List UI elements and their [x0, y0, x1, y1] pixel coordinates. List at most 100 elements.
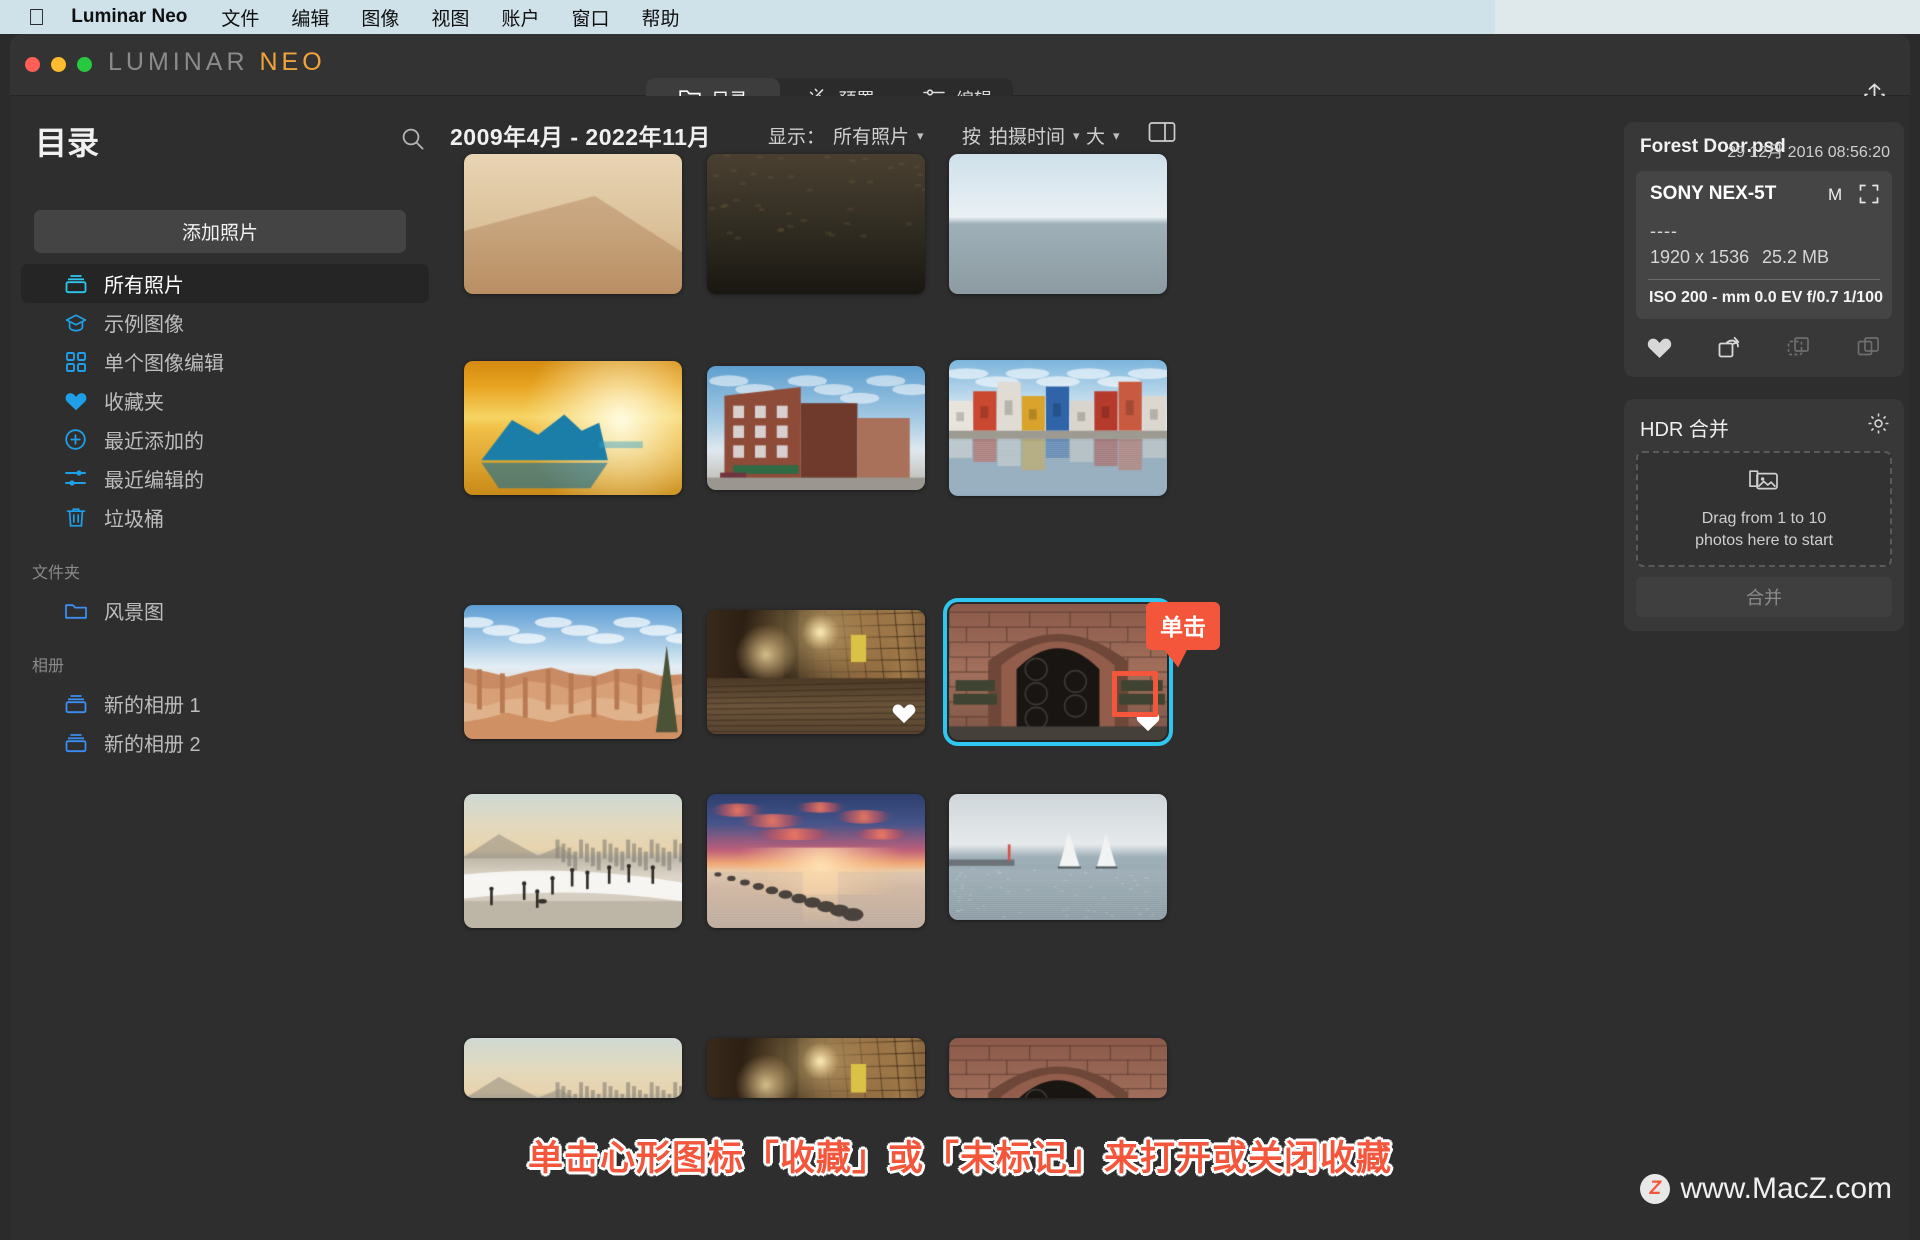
albums-section-header: 相册	[10, 652, 440, 676]
hdr-drop-zone[interactable]: Drag from 1 to 10 photos here to start	[1636, 451, 1892, 567]
photo-image	[464, 794, 682, 928]
menu-item-account[interactable]: 账户	[501, 4, 539, 31]
photo-cell[interactable]	[935, 306, 1180, 550]
photo-grid	[440, 170, 1618, 1240]
photo-cell[interactable]	[450, 550, 695, 794]
photo-thumbnail-colorful-canal-houses[interactable]	[949, 360, 1167, 496]
copy-dashed-icon	[1786, 335, 1812, 366]
watermark: Z www.MacZ.com	[1640, 1172, 1892, 1206]
photo-cell[interactable]	[935, 96, 1180, 294]
menu-item-window[interactable]: 窗口	[571, 4, 609, 31]
photo-grid-row-partial	[440, 1038, 1618, 1098]
photo-thumbnail-iceberg-sunset[interactable]	[464, 361, 682, 495]
sidebar-item-sample-images[interactable]: 示例图像	[21, 303, 429, 342]
menu-item-file[interactable]: 文件	[221, 4, 259, 31]
photo-cell[interactable]	[450, 306, 695, 550]
photo-thumbnail-sailboats-sea[interactable]	[949, 794, 1167, 920]
callout-annotation: 单击	[1146, 602, 1220, 650]
sidebar-item-recently-added[interactable]: 最近添加的	[21, 420, 429, 459]
photo-action-row	[1624, 327, 1904, 373]
menu-item-view[interactable]: 视图	[431, 4, 469, 31]
sidebar-item-trash[interactable]: 垃圾桶	[21, 498, 429, 537]
photo-thumbnail-brick-town-street[interactable]	[707, 366, 925, 490]
hdr-merge-card: HDR 合并 Drag from 1 to 10 photos here to …	[1624, 399, 1904, 631]
photo-thumbnail-snow-horizon[interactable]	[949, 154, 1167, 294]
photo-cell[interactable]	[693, 1038, 938, 1098]
menubar-app-name[interactable]: Luminar Neo	[71, 6, 187, 28]
sidebar-item-all-photos[interactable]: 所有照片	[21, 264, 429, 303]
hdr-merge-button[interactable]: 合并	[1636, 577, 1892, 617]
photo-thumbnail-dark-ridge[interactable]	[707, 154, 925, 294]
photo-image	[707, 794, 925, 928]
add-photos-label: 添加照片	[182, 218, 258, 245]
sidebar-item-single-image-edit-label: 单个图像编辑	[104, 347, 224, 376]
gear-icon	[1866, 423, 1891, 440]
menu-item-image[interactable]: 图像	[361, 4, 399, 31]
rotate-button[interactable]	[1694, 335, 1764, 366]
sidebar-album-2[interactable]: 新的相册 2	[21, 723, 429, 762]
photo-image	[464, 605, 682, 739]
photo-favorite-toggle[interactable]	[889, 698, 919, 728]
photo-grid-row	[440, 794, 1618, 1038]
page-title: 目录	[35, 118, 99, 164]
window-maximize-button[interactable]	[77, 57, 92, 72]
right-panel: Forest Door.psd 29 12月 2016 08:56:20 SON…	[1618, 96, 1910, 1240]
heart-icon	[891, 701, 917, 725]
photo-cell[interactable]	[450, 1038, 695, 1098]
photo-dimensions: 1920 x 1536	[1650, 247, 1749, 268]
photo-browser: 2009年4月 - 2022年11月 显示： 所有照片 ▾ 按 拍摄时间 ▾ 大…	[440, 96, 1618, 1240]
add-photos-button[interactable]: 添加照片	[34, 210, 406, 253]
photo-cell[interactable]	[935, 1038, 1180, 1098]
photo-image	[464, 154, 682, 294]
photo-thumbnail-partial[interactable]	[949, 1038, 1167, 1098]
photo-grid-row	[440, 96, 1618, 294]
photo-cell[interactable]	[693, 550, 938, 794]
hdr-drop-text: Drag from 1 to 10 photos here to start	[1695, 508, 1833, 551]
sidebar-search-button[interactable]	[396, 124, 430, 158]
menu-item-help[interactable]: 帮助	[641, 4, 679, 31]
photo-cell[interactable]	[450, 794, 695, 1038]
sidebar-item-recently-edited[interactable]: 最近编辑的	[21, 459, 429, 498]
photo-image	[949, 1038, 1167, 1098]
photo-file-size: 25.2 MB	[1762, 247, 1829, 268]
apple-logo-icon[interactable]: 	[28, 6, 45, 29]
sidebar-item-recently-added-label: 最近添加的	[104, 425, 204, 454]
paste-settings-button[interactable]	[1834, 335, 1904, 366]
sidebar-folder-landscape-label: 风景图	[104, 596, 164, 625]
photo-thumbnail-canyon-hoodoos[interactable]	[464, 605, 682, 739]
photo-cell[interactable]	[693, 306, 938, 550]
camera-model: SONY NEX-5T	[1650, 183, 1776, 205]
logo-neo-text: NEO	[259, 48, 325, 76]
heart-icon	[63, 388, 88, 413]
grid-squares-icon	[63, 349, 88, 374]
search-icon	[400, 126, 426, 157]
photo-thumbnail-sunset-breakwater[interactable]	[707, 794, 925, 928]
photo-cell[interactable]	[693, 96, 938, 294]
photo-thumbnail-beach-walkers[interactable]	[464, 794, 682, 928]
exif-ev: 0.0 EV	[1754, 289, 1802, 307]
photo-cell[interactable]	[450, 96, 695, 294]
photo-cell[interactable]	[693, 794, 938, 1038]
photo-thumbnail-partial[interactable]	[464, 1038, 682, 1098]
photos-stack-icon	[1748, 467, 1780, 499]
copy-settings-button[interactable]	[1764, 335, 1834, 366]
exif-values-row: ISO 200 - mm 0.0 EV f/0.7 1/100	[1649, 289, 1883, 307]
hdr-settings-button[interactable]	[1866, 411, 1892, 437]
window-close-button[interactable]	[25, 57, 40, 72]
window-minimize-button[interactable]	[51, 57, 66, 72]
lens-info: ----	[1650, 221, 1678, 242]
photo-grid-row	[440, 550, 1618, 794]
plus-circle-icon	[63, 427, 88, 452]
photo-thumbnail-partial[interactable]	[707, 1038, 925, 1098]
menu-item-edit[interactable]: 编辑	[291, 4, 329, 31]
sidebar-nav-list: 所有照片 示例图像 单个图像编辑 收藏夹 最近添加的 最近编辑的 垃圾桶 文件夹…	[10, 264, 440, 762]
sidebar-folder-landscape[interactable]: 风景图	[21, 591, 429, 630]
photo-thumbnail-desert-dune[interactable]	[464, 154, 682, 294]
sidebar-album-1[interactable]: 新的相册 1	[21, 684, 429, 723]
sidebar-item-single-image-edit[interactable]: 单个图像编辑	[21, 342, 429, 381]
favorite-button[interactable]	[1624, 335, 1694, 365]
photo-cell[interactable]	[935, 794, 1180, 1038]
sidebar-item-favorites[interactable]: 收藏夹	[21, 381, 429, 420]
watermark-badge: Z	[1640, 1174, 1670, 1204]
photo-thumbnail-night-alley[interactable]	[707, 610, 925, 734]
